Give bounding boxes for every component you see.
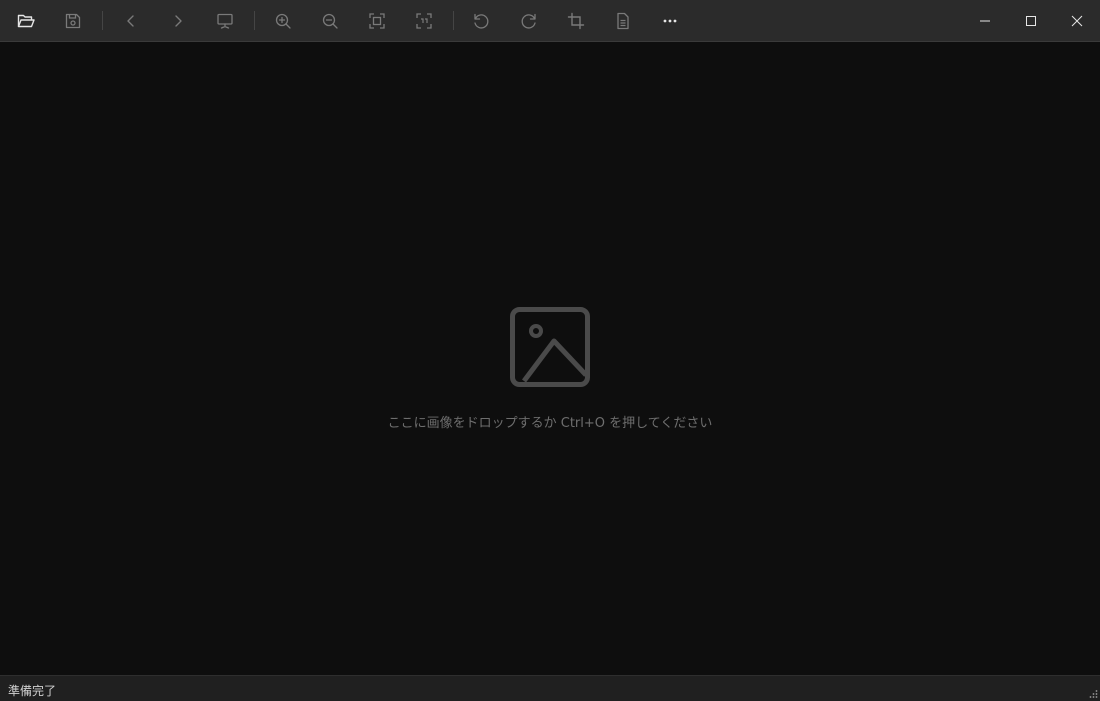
- minimize-icon: [980, 20, 990, 21]
- toolbar-separator: [102, 11, 103, 30]
- open-button[interactable]: [4, 0, 48, 41]
- save-button[interactable]: [51, 0, 95, 41]
- actual-size-button[interactable]: [402, 0, 446, 41]
- rotate-left-button[interactable]: [459, 0, 503, 41]
- previous-button[interactable]: [109, 0, 153, 41]
- toolbar-separator: [254, 11, 255, 30]
- status-bar: 準備完了: [0, 675, 1100, 701]
- image-canvas[interactable]: ここに画像をドロップするか Ctrl+O を押してください: [0, 42, 1100, 675]
- minimize-button[interactable]: [962, 0, 1008, 41]
- rotate-right-button[interactable]: [507, 0, 551, 41]
- chevron-right-icon: [175, 14, 182, 27]
- maximize-button[interactable]: [1008, 0, 1054, 41]
- more-icon: [663, 19, 677, 22]
- slideshow-button[interactable]: [203, 0, 247, 41]
- drop-hint-text: ここに画像をドロップするか Ctrl+O を押してください: [387, 416, 713, 431]
- zoom-out-icon: [322, 13, 338, 29]
- fit-to-window-button[interactable]: [355, 0, 399, 41]
- crop-icon: [567, 12, 585, 29]
- fit-window-icon: [369, 12, 385, 29]
- next-button[interactable]: [156, 0, 200, 41]
- rotate-right-icon: [521, 13, 536, 29]
- zoom-out-button[interactable]: [308, 0, 352, 41]
- status-text: 準備完了: [8, 684, 57, 698]
- actual-size-icon: [416, 12, 432, 29]
- more-button[interactable]: [648, 0, 692, 41]
- close-button[interactable]: [1054, 0, 1100, 41]
- info-button[interactable]: [601, 0, 645, 41]
- maximize-icon: [1026, 15, 1036, 26]
- save-icon: [65, 13, 81, 28]
- close-icon: [1071, 15, 1083, 26]
- resize-grip-icon[interactable]: [1088, 689, 1098, 699]
- document-icon: [617, 12, 629, 29]
- zoom-in-icon: [275, 13, 291, 29]
- folder-open-icon: [17, 14, 35, 27]
- image-icon: [510, 307, 590, 387]
- slideshow-icon: [217, 13, 233, 29]
- zoom-in-button[interactable]: [261, 0, 305, 41]
- rotate-left-icon: [474, 13, 489, 29]
- chevron-left-icon: [127, 14, 134, 27]
- crop-button[interactable]: [554, 0, 598, 41]
- toolbar-separator: [453, 11, 454, 30]
- toolbar: [0, 0, 1100, 42]
